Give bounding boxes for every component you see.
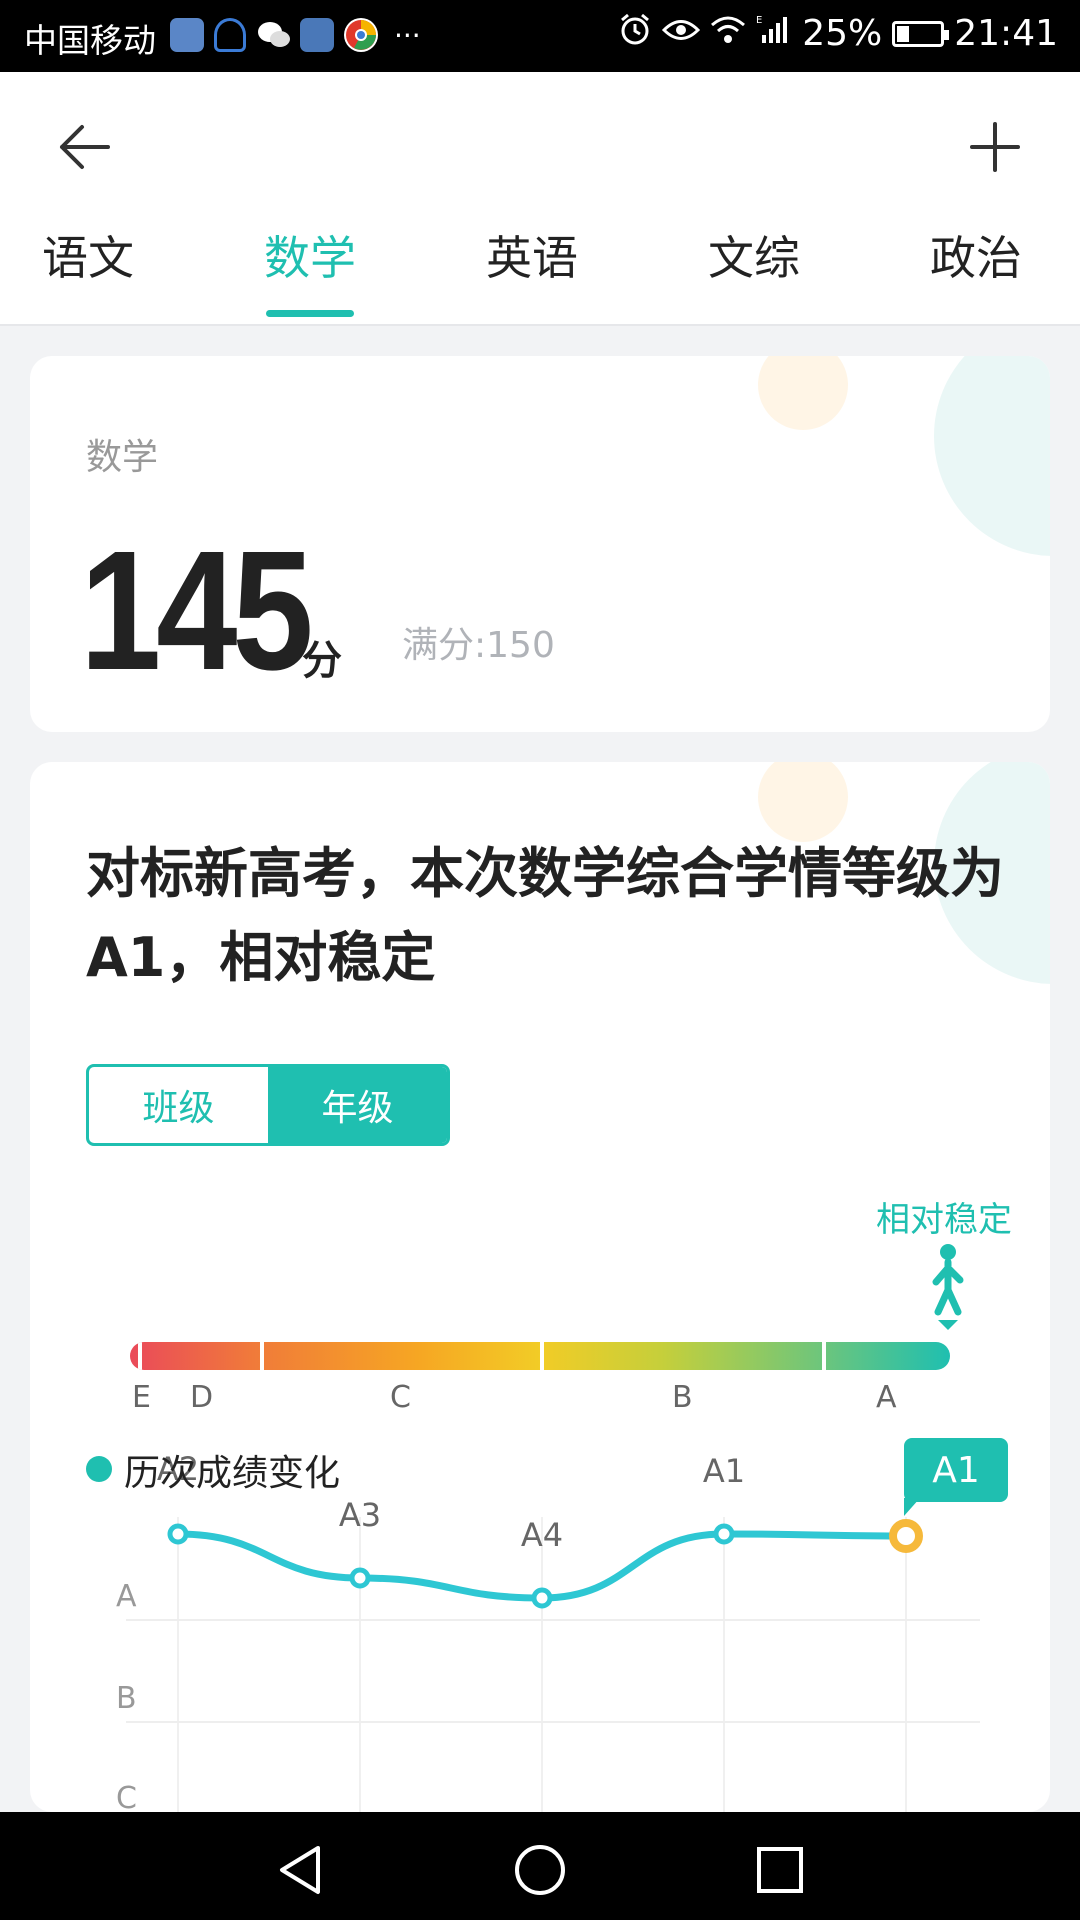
subject-label: 数学 [86,437,159,478]
wifi-icon [710,13,746,54]
data-point [531,1587,553,1609]
decorative-circle [934,356,1050,556]
back-button[interactable] [50,112,120,182]
data-point [349,1567,371,1589]
battery-percent: 25% [802,13,883,54]
data-point [713,1523,735,1545]
eye-comfort-icon [662,13,701,54]
subject-tabs: 语文 数学 英语 文综 政治 [0,222,1080,322]
tab-chinese[interactable]: 语文 [8,222,168,288]
data-label: A3 [339,1496,381,1534]
grade-scale-bar [130,1342,950,1370]
alarm-icon [618,12,652,55]
grade-divider [138,1342,142,1370]
grade-label-b: B [672,1380,693,1415]
data-label: A4 [521,1516,563,1554]
grade-label-c: C [390,1380,411,1415]
tab-liberal-arts[interactable]: 文综 [674,222,834,288]
analysis-headline: 对标新高考，本次数学综合学情等级为A1，相对稳定 [86,842,1004,989]
signal-icon: E [756,13,792,54]
legend-dot [86,1456,112,1482]
grade-label-d: D [190,1380,214,1415]
back-nav-icon[interactable] [272,1842,328,1898]
carrier-label: 中国移动 [24,21,156,60]
walking-person-icon [932,1244,964,1330]
tab-politics[interactable]: 政治 [896,222,1056,288]
notification-icons: ··· [170,18,421,52]
status-bar: 中国移动 ··· E 25% 21:41 [0,0,1080,72]
battery-fill [897,25,909,42]
trend-legend: 历次成绩变化 [124,1453,341,1494]
current-grade-badge: A1 [904,1438,1008,1502]
y-axis-label: B [116,1681,137,1716]
tab-english[interactable]: 英语 [452,222,612,288]
svg-text:E: E [756,15,762,26]
grade-divider [260,1342,264,1370]
score-card: 数学 145 分 满分:150 [30,356,1050,732]
app-notification-icon [300,18,334,52]
y-axis-label: A [116,1579,137,1614]
scope-toggle: 班级 年级 [86,1064,450,1146]
grade-label-e: E [132,1380,151,1415]
add-button[interactable] [960,112,1030,182]
plus-icon [970,122,1020,172]
arrow-left-icon [60,125,110,169]
recents-nav-icon[interactable] [752,1842,808,1898]
system-status: E 25% 21:41 [618,12,1058,55]
badge-tail [904,1498,920,1516]
y-axis-label: C [116,1781,137,1812]
active-tab-indicator [266,310,354,317]
decorative-circle [758,356,848,430]
tab-math[interactable]: 数学 [230,222,390,288]
full-score: 满分:150 [402,625,555,666]
navigation-bar [0,1812,1080,1920]
current-data-point [889,1519,923,1553]
grade-divider [540,1342,544,1370]
score-value: 145 [80,516,314,706]
decorative-circle [758,762,848,842]
toggle-class[interactable]: 班级 [89,1067,268,1143]
browser-notification-icon [344,18,378,52]
analysis-card: 对标新高考，本次数学综合学情等级为A1，相对稳定 班级 年级 相对稳定 E D … [30,762,1050,1812]
home-nav-icon[interactable] [512,1842,568,1898]
clock: 21:41 [954,13,1058,54]
data-point [167,1523,189,1545]
wechat-icon [256,18,290,52]
grade-label-a: A [876,1380,897,1415]
toggle-grade[interactable]: 年级 [268,1067,447,1143]
grade-divider [822,1342,826,1370]
more-notifications-icon: ··· [394,18,421,52]
score-unit: 分 [302,638,342,684]
headset-notification-icon [214,18,246,52]
data-label: A1 [703,1452,745,1490]
battery-icon [892,20,950,47]
app-notification-icon [170,18,204,52]
stability-label: 相对稳定 [876,1200,1012,1240]
top-bar: 语文 数学 英语 文综 政治 [0,72,1080,326]
